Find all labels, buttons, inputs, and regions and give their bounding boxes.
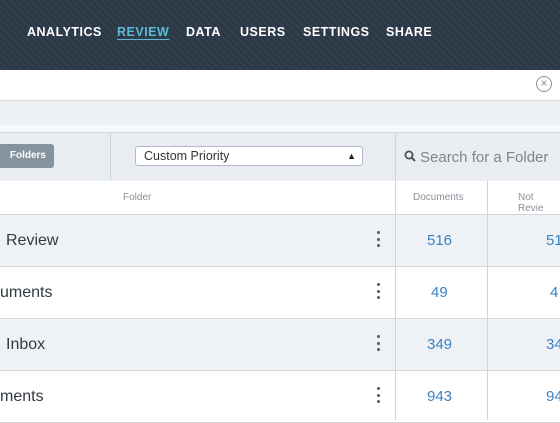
not-reviewed-count[interactable]: 34: [546, 319, 560, 370]
more-options-icon[interactable]: [372, 335, 384, 355]
column-divider: [487, 181, 488, 420]
not-reviewed-count[interactable]: 4: [550, 267, 558, 318]
folder-name: Review: [6, 232, 59, 249]
folder-name: Inbox: [6, 336, 46, 353]
folders-button[interactable]: Folders: [0, 144, 54, 168]
nav-settings[interactable]: SETTINGS: [303, 25, 370, 39]
filter-input[interactable]: [0, 70, 520, 100]
documents-count[interactable]: 349: [427, 319, 452, 370]
documents-count[interactable]: 49: [431, 267, 448, 318]
toolbar-divider: [110, 132, 111, 180]
top-navigation-bar: ANALYTICS REVIEW DATA USERS SETTINGS SHA…: [0, 0, 560, 70]
close-circle-icon[interactable]: ×: [536, 76, 552, 92]
column-header-folder[interactable]: Folder: [123, 192, 151, 203]
more-options-icon[interactable]: [372, 387, 384, 407]
not-reviewed-count[interactable]: 94: [546, 371, 560, 422]
sort-priority-select[interactable]: Custom Priority ▲: [135, 146, 363, 166]
nav-share[interactable]: SHARE: [386, 25, 432, 39]
more-options-icon[interactable]: [372, 283, 384, 303]
table-header: [0, 181, 560, 215]
column-divider: [395, 181, 396, 420]
folder-search-input[interactable]: [420, 145, 560, 169]
select-arrows-icon: ▲: [347, 151, 356, 161]
nav-users[interactable]: USERS: [240, 25, 286, 39]
table-row[interactable]: uments 49 4: [0, 267, 560, 319]
folder-name: ments: [0, 388, 44, 405]
nav-analytics[interactable]: ANALYTICS: [27, 25, 102, 39]
not-reviewed-count[interactable]: 51: [546, 215, 560, 266]
filter-results-strip: [0, 101, 560, 125]
folder-name: uments: [0, 284, 53, 301]
more-options-icon[interactable]: [372, 231, 384, 251]
nav-review[interactable]: REVIEW: [117, 25, 169, 39]
sort-priority-value: Custom Priority: [144, 149, 230, 163]
documents-count[interactable]: 516: [427, 215, 452, 266]
table-row[interactable]: Inbox 349 34: [0, 319, 560, 371]
table-row[interactable]: Review 516 51: [0, 215, 560, 267]
table-row[interactable]: ments 943 94: [0, 371, 560, 423]
documents-count[interactable]: 943: [427, 371, 452, 422]
toolbar-divider: [395, 132, 396, 180]
filter-bar: [0, 70, 560, 101]
nav-data[interactable]: DATA: [186, 25, 221, 39]
column-header-not-reviewed[interactable]: Not Revie: [518, 192, 560, 214]
divider: [0, 125, 560, 132]
column-header-documents[interactable]: Documents: [413, 192, 464, 203]
search-icon: [404, 150, 416, 162]
